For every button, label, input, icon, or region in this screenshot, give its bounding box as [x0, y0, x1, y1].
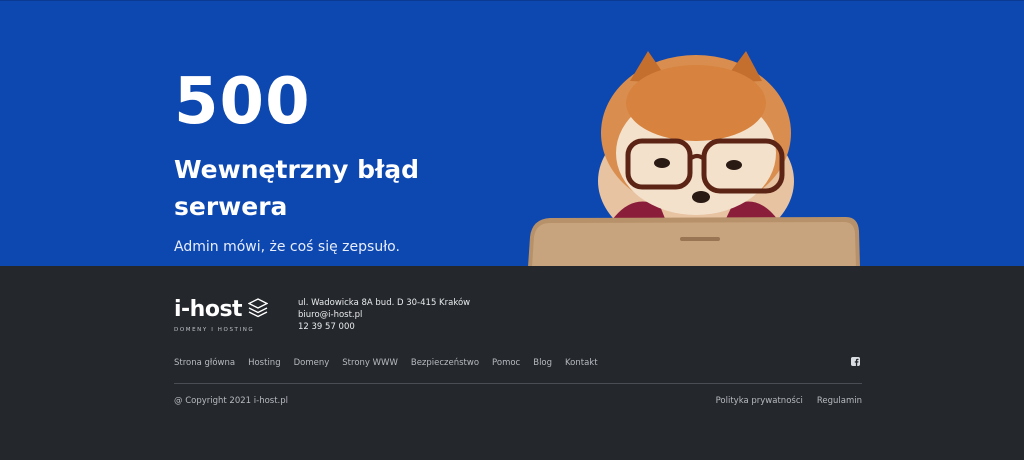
- footer-nav: Strona główna Hosting Domeny Strony WWW …: [174, 357, 598, 369]
- logo-tagline: DOMENY I HOSTING: [174, 327, 255, 333]
- footer-nav-help[interactable]: Pomoc: [492, 357, 520, 369]
- facebook-icon[interactable]: [851, 357, 860, 366]
- footer-nav-blog[interactable]: Blog: [533, 357, 552, 369]
- terms-link[interactable]: Regulamin: [817, 395, 862, 407]
- copyright-text: @ Copyright 2021 i-host.pl: [174, 396, 289, 406]
- footer-nav-domains[interactable]: Domeny: [294, 357, 330, 369]
- contact-email[interactable]: biuro@i-host.pl: [298, 309, 470, 321]
- error-hero: 500 Wewnętrzny błąd serwera Admin mówi, …: [0, 0, 1024, 266]
- footer-nav-websites[interactable]: Strony WWW: [342, 357, 398, 369]
- footer-nav-security[interactable]: Bezpieczeństwo: [411, 357, 479, 369]
- error-code: 500: [174, 65, 311, 139]
- privacy-policy-link[interactable]: Polityka prywatności: [716, 395, 803, 407]
- logo-wordmark: i-host: [174, 297, 243, 322]
- footer-nav-contact[interactable]: Kontakt: [565, 357, 598, 369]
- site-footer: i-host DOMENY I HOSTING ul. Wadowicka 8A…: [0, 266, 1024, 460]
- dog-with-laptop-image: [528, 51, 860, 266]
- contact-info: ul. Wadowicka 8A bud. D 30-415 Kraków bi…: [298, 297, 470, 333]
- footer-nav-hosting[interactable]: Hosting: [248, 357, 281, 369]
- contact-address: ul. Wadowicka 8A bud. D 30-415 Kraków: [298, 298, 471, 308]
- footer-nav-home[interactable]: Strona główna: [174, 357, 235, 369]
- footer-divider: [174, 383, 862, 384]
- error-title: Wewnętrzny błąd serwera: [174, 155, 420, 221]
- error-subtitle: Admin mówi, że coś się zepsuło.: [174, 239, 400, 255]
- contact-phone[interactable]: 12 39 57 000: [298, 321, 470, 333]
- stack-icon: [248, 298, 268, 318]
- legal-links: Polityka prywatności Regulamin: [716, 395, 862, 407]
